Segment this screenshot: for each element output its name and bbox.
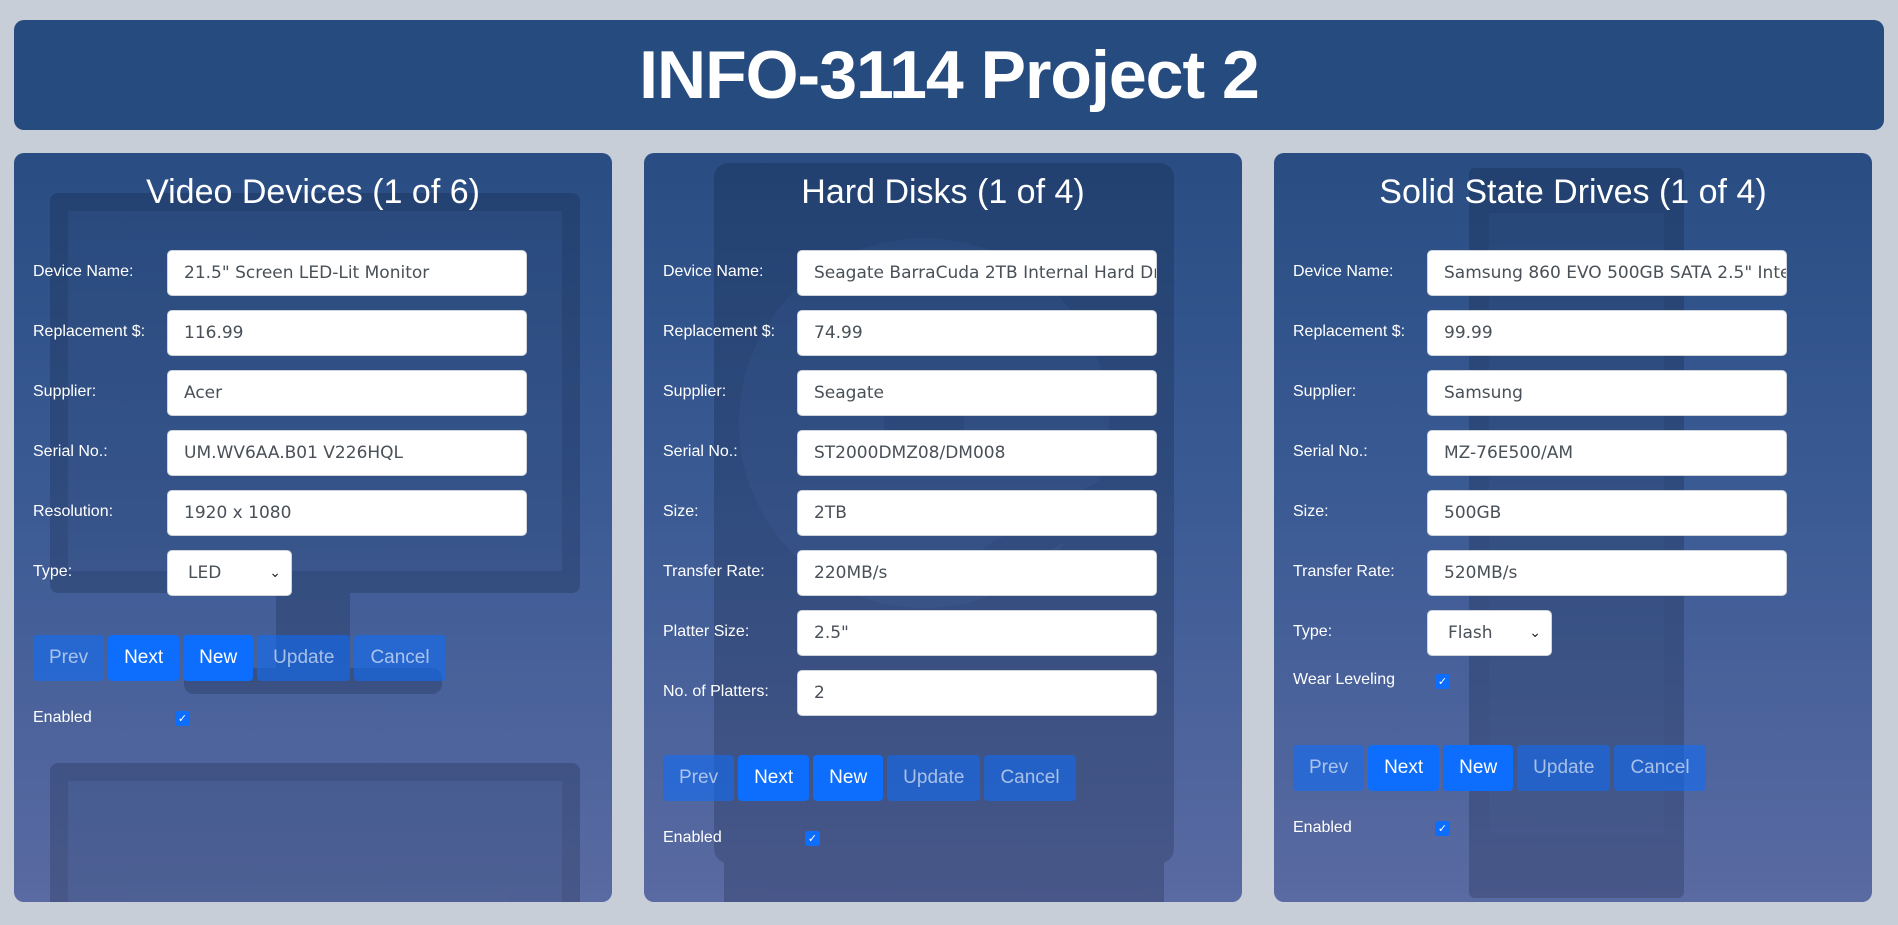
chevron-down-icon: ⌄ — [269, 565, 281, 581]
checkmark-icon: ✓ — [1437, 675, 1448, 688]
checkmark-icon: ✓ — [177, 712, 188, 725]
enabled-label: Enabled — [1293, 819, 1352, 836]
transfer-rate-label: Transfer Rate: — [1293, 563, 1395, 580]
replacement-cost-label: Replacement $: — [1293, 323, 1406, 340]
serial-number-input[interactable]: ST2000DMZ08/DM008 — [797, 430, 1157, 476]
video-button-row: Prev Next New Update Cancel — [33, 635, 446, 681]
page-title: INFO-3114 Project 2 — [639, 37, 1260, 113]
supplier-label: Supplier: — [1293, 383, 1357, 400]
update-button[interactable]: Update — [257, 635, 351, 681]
prev-button[interactable]: Prev — [1293, 745, 1365, 791]
prev-button[interactable]: Prev — [663, 755, 735, 801]
device-name-label: Device Name: — [663, 263, 764, 280]
replacement-cost-label: Replacement $: — [663, 323, 776, 340]
enabled-checkbox[interactable]: ✓ — [175, 711, 190, 726]
wear-leveling-checkbox[interactable]: ✓ — [1435, 674, 1450, 689]
replacement-cost-input[interactable]: 116.99 — [167, 310, 527, 356]
transfer-rate-label: Transfer Rate: — [663, 563, 765, 580]
new-button[interactable]: New — [183, 635, 254, 681]
device-name-label: Device Name: — [1293, 263, 1394, 280]
next-button[interactable]: Next — [738, 755, 810, 801]
update-button[interactable]: Update — [887, 755, 981, 801]
chevron-down-icon: ⌄ — [1529, 625, 1541, 641]
replacement-cost-input[interactable]: 74.99 — [797, 310, 1157, 356]
serial-number-label: Serial No.: — [1293, 443, 1368, 460]
panel-title: Solid State Drives (1 of 4) — [1379, 173, 1767, 211]
enabled-label: Enabled — [663, 829, 722, 846]
size-input[interactable]: 2TB — [797, 490, 1157, 536]
platter-count-input[interactable]: 2 — [797, 670, 1157, 716]
type-select[interactable]: Flash ⌄ — [1427, 610, 1552, 656]
size-label: Size: — [663, 503, 699, 520]
new-button[interactable]: New — [813, 755, 884, 801]
enabled-checkbox[interactable]: ✓ — [1435, 821, 1450, 836]
enabled-label: Enabled — [33, 709, 92, 726]
ssd-button-row: Prev Next New Update Cancel — [1293, 745, 1706, 791]
resolution-input[interactable]: 1920 x 1080 — [167, 490, 527, 536]
supplier-input[interactable]: Acer — [167, 370, 527, 416]
type-select[interactable]: LED ⌄ — [167, 550, 292, 596]
device-name-input[interactable]: Samsung 860 EVO 500GB SATA 2.5" Internal… — [1427, 250, 1787, 296]
serial-number-input[interactable]: MZ-76E500/AM — [1427, 430, 1787, 476]
page-header: INFO-3114 Project 2 — [14, 20, 1884, 130]
device-name-input[interactable]: Seagate BarraCuda 2TB Internal Hard Driv… — [797, 250, 1157, 296]
device-name-label: Device Name: — [33, 263, 134, 280]
prev-button[interactable]: Prev — [33, 635, 105, 681]
type-label: Type: — [33, 563, 73, 580]
supplier-label: Supplier: — [663, 383, 727, 400]
transfer-rate-input[interactable]: 220MB/s — [797, 550, 1157, 596]
video-devices-panel: Video Devices (1 of 6) Device Name: 21.5… — [14, 153, 612, 902]
platter-size-label: Platter Size: — [663, 623, 750, 640]
enabled-checkbox[interactable]: ✓ — [805, 831, 820, 846]
checkmark-icon: ✓ — [807, 832, 818, 845]
next-button[interactable]: Next — [108, 635, 180, 681]
type-label: Type: — [1293, 623, 1333, 640]
type-select-value: LED — [188, 563, 222, 583]
wear-leveling-label: Wear Leveling — [1293, 671, 1395, 688]
hard-disks-panel: Hard Disks (1 of 4) Device Name: Seagate… — [644, 153, 1242, 902]
replacement-cost-input[interactable]: 99.99 — [1427, 310, 1787, 356]
update-button[interactable]: Update — [1517, 745, 1611, 791]
platter-size-input[interactable]: 2.5" — [797, 610, 1157, 656]
supplier-input[interactable]: Samsung — [1427, 370, 1787, 416]
panel-title: Hard Disks (1 of 4) — [801, 173, 1085, 211]
cancel-button[interactable]: Cancel — [984, 755, 1076, 801]
transfer-rate-input[interactable]: 520MB/s — [1427, 550, 1787, 596]
size-input[interactable]: 500GB — [1427, 490, 1787, 536]
panel-title: Video Devices (1 of 6) — [146, 173, 480, 211]
device-name-input[interactable]: 21.5" Screen LED-Lit Monitor — [167, 250, 527, 296]
supplier-label: Supplier: — [33, 383, 97, 400]
cancel-button[interactable]: Cancel — [354, 635, 446, 681]
size-label: Size: — [1293, 503, 1329, 520]
new-button[interactable]: New — [1443, 745, 1514, 791]
replacement-cost-label: Replacement $: — [33, 323, 146, 340]
solid-state-drives-panel: Solid State Drives (1 of 4) Device Name:… — [1274, 153, 1872, 902]
cancel-button[interactable]: Cancel — [1614, 745, 1706, 791]
next-button[interactable]: Next — [1368, 745, 1440, 791]
platter-count-label: No. of Platters: — [663, 683, 769, 700]
checkmark-icon: ✓ — [1437, 822, 1448, 835]
serial-number-label: Serial No.: — [663, 443, 738, 460]
serial-number-input[interactable]: UM.WV6AA.B01 V226HQL — [167, 430, 527, 476]
supplier-input[interactable]: Seagate — [797, 370, 1157, 416]
resolution-label: Resolution: — [33, 503, 114, 520]
type-select-value: Flash — [1448, 623, 1493, 643]
serial-number-label: Serial No.: — [33, 443, 108, 460]
hdd-button-row: Prev Next New Update Cancel — [663, 755, 1076, 801]
